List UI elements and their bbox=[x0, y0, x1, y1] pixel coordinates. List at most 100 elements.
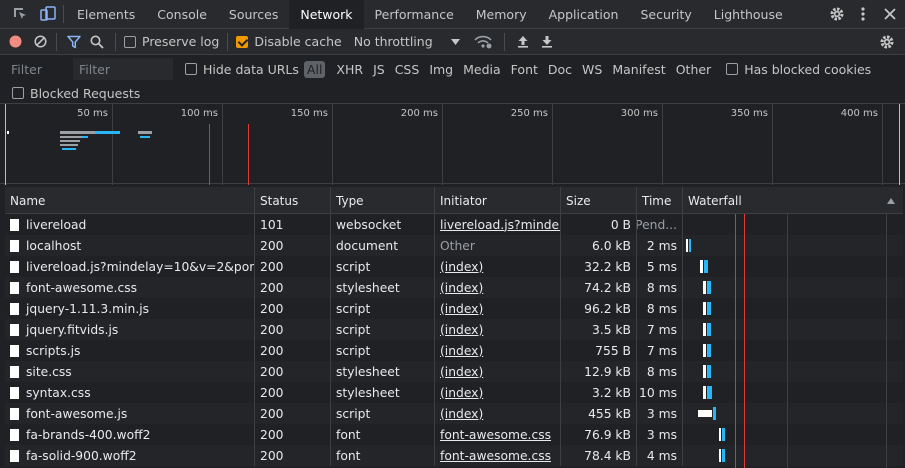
filter-icon[interactable] bbox=[63, 29, 85, 55]
cell-name[interactable]: jquery.fitvids.js bbox=[5, 319, 255, 340]
cell-name[interactable]: livereload.js?mindelay=10&v=2&port=1... bbox=[5, 256, 255, 277]
initiator-link[interactable]: font-awesome.css bbox=[440, 449, 551, 463]
cell-name[interactable]: jquery-1.11.3.min.js bbox=[5, 298, 255, 319]
cell-initiator[interactable]: (index) bbox=[435, 361, 561, 382]
column-header-initiator[interactable]: Initiator bbox=[435, 187, 561, 214]
column-header-size[interactable]: Size bbox=[561, 187, 637, 214]
cell-waterfall[interactable] bbox=[683, 277, 903, 298]
disable-cache-box[interactable] bbox=[236, 35, 249, 48]
initiator-link[interactable]: (index) bbox=[440, 323, 483, 337]
cell-initiator[interactable]: (index) bbox=[435, 298, 561, 319]
table-row[interactable]: syntax.css 200 stylesheet (index) 3.2 kB 10 m… bbox=[5, 382, 903, 403]
blocked-requests-checkbox[interactable]: Blocked Requests bbox=[12, 86, 140, 101]
type-filter-media[interactable]: Media bbox=[458, 62, 506, 77]
table-row[interactable]: font-awesome.css 200 stylesheet (index) 74.2… bbox=[5, 277, 903, 298]
cell-name[interactable]: site.css bbox=[5, 361, 255, 382]
cell-waterfall[interactable] bbox=[683, 340, 903, 361]
initiator-link[interactable]: (index) bbox=[440, 365, 483, 379]
initiator-link[interactable]: livereload.js?mindel... bbox=[440, 218, 560, 232]
settings-gear-icon[interactable] bbox=[823, 0, 851, 29]
type-filter-font[interactable]: Font bbox=[506, 62, 543, 77]
network-conditions-icon[interactable] bbox=[468, 29, 498, 55]
cell-name[interactable]: scripts.js bbox=[5, 340, 255, 361]
network-settings-gear-icon[interactable] bbox=[869, 29, 905, 55]
tab-lighthouse[interactable]: Lighthouse bbox=[703, 0, 794, 29]
cell-initiator[interactable]: font-awesome.css bbox=[435, 424, 561, 445]
cell-initiator[interactable]: (index) bbox=[435, 277, 561, 298]
cell-waterfall[interactable] bbox=[683, 214, 903, 235]
clear-icon[interactable] bbox=[30, 29, 50, 55]
cell-initiator[interactable]: (index) bbox=[435, 340, 561, 361]
filter-input-secondary[interactable]: Filter bbox=[73, 58, 173, 80]
table-row[interactable]: fa-solid-900.woff2 200 font font-awesome.cs… bbox=[5, 445, 903, 466]
type-filter-all[interactable]: All bbox=[303, 60, 326, 78]
blocked-requests-box[interactable] bbox=[12, 87, 24, 99]
type-filter-ws[interactable]: WS bbox=[577, 62, 607, 77]
cell-waterfall[interactable] bbox=[683, 361, 903, 382]
initiator-link[interactable]: (index) bbox=[440, 386, 483, 400]
initiator-link[interactable]: font-awesome.css bbox=[440, 428, 551, 442]
inspect-element-icon[interactable] bbox=[5, 0, 35, 29]
cell-waterfall[interactable] bbox=[683, 298, 903, 319]
initiator-link[interactable]: (index) bbox=[440, 344, 483, 358]
tab-performance[interactable]: Performance bbox=[364, 0, 465, 29]
cell-waterfall[interactable] bbox=[683, 235, 903, 256]
table-row[interactable]: jquery.fitvids.js 200 script (index) 3.5 kB 7… bbox=[5, 319, 903, 340]
cell-initiator[interactable]: livereload.js?mindel... bbox=[435, 214, 561, 235]
cell-waterfall[interactable] bbox=[683, 403, 903, 424]
overview-left-handle[interactable] bbox=[5, 104, 6, 185]
initiator-link[interactable]: (index) bbox=[440, 281, 483, 295]
initiator-link[interactable]: (index) bbox=[440, 407, 483, 421]
tab-elements[interactable]: Elements bbox=[66, 0, 146, 29]
cell-initiator[interactable]: (index) bbox=[435, 319, 561, 340]
cell-waterfall[interactable] bbox=[683, 256, 903, 277]
filter-input[interactable]: Filter bbox=[5, 58, 71, 80]
tab-memory[interactable]: Memory bbox=[465, 0, 538, 29]
type-filter-js[interactable]: JS bbox=[368, 62, 390, 77]
initiator-link[interactable]: (index) bbox=[440, 260, 483, 274]
table-row[interactable]: font-awesome.js 200 script (index) 455 kB 3 m… bbox=[5, 403, 903, 424]
cell-name[interactable]: fa-solid-900.woff2 bbox=[5, 445, 255, 466]
tab-sources[interactable]: Sources bbox=[218, 0, 289, 29]
tab-security[interactable]: Security bbox=[629, 0, 702, 29]
cell-initiator[interactable]: (index) bbox=[435, 403, 561, 424]
cell-name[interactable]: font-awesome.css bbox=[5, 277, 255, 298]
type-filter-doc[interactable]: Doc bbox=[543, 62, 577, 77]
preserve-log-checkbox[interactable]: Preserve log bbox=[124, 34, 219, 49]
cell-initiator[interactable]: (index) bbox=[435, 256, 561, 277]
has-blocked-cookies-checkbox[interactable]: Has blocked cookies bbox=[726, 62, 871, 77]
cell-name[interactable]: localhost bbox=[5, 235, 255, 256]
import-har-icon[interactable] bbox=[511, 29, 535, 55]
cell-waterfall[interactable] bbox=[683, 424, 903, 445]
column-header-time[interactable]: Time bbox=[637, 187, 683, 214]
cell-waterfall[interactable] bbox=[683, 382, 903, 403]
table-row[interactable]: livereload.js?mindelay=10&v=2&port=1... 2… bbox=[5, 256, 903, 277]
table-row[interactable]: scripts.js 200 script (index) 755 B 7 ms bbox=[5, 340, 903, 361]
has-blocked-cookies-box[interactable] bbox=[726, 63, 739, 75]
table-row[interactable]: site.css 200 stylesheet (index) 12.9 kB 8 ms bbox=[5, 361, 903, 382]
cell-name[interactable]: fa-brands-400.woff2 bbox=[5, 424, 255, 445]
table-row[interactable]: livereload 101 websocket livereload.js?mind… bbox=[5, 214, 903, 235]
device-toolbar-icon[interactable] bbox=[35, 0, 61, 29]
column-header-type[interactable]: Type bbox=[331, 187, 435, 214]
type-filter-css[interactable]: CSS bbox=[390, 62, 425, 77]
initiator-link[interactable]: (index) bbox=[440, 302, 483, 316]
preserve-log-box[interactable] bbox=[124, 35, 136, 48]
disable-cache-checkbox[interactable]: Disable cache bbox=[236, 34, 342, 49]
type-filter-other[interactable]: Other bbox=[671, 62, 717, 77]
cell-initiator[interactable]: (index) bbox=[435, 382, 561, 403]
cell-waterfall[interactable] bbox=[683, 319, 903, 340]
type-filter-xhr[interactable]: XHR bbox=[331, 62, 368, 77]
overview-right-handle[interactable] bbox=[899, 104, 900, 185]
tab-application[interactable]: Application bbox=[538, 0, 630, 29]
export-har-icon[interactable] bbox=[535, 29, 559, 55]
overview-timeline[interactable]: 50 ms 100 ms 150 ms 200 ms 250 ms 300 ms 350 m… bbox=[0, 103, 905, 185]
throttling-select[interactable]: No throttling bbox=[354, 34, 460, 49]
column-header-name[interactable]: Name bbox=[5, 187, 255, 214]
cell-name[interactable]: livereload bbox=[5, 214, 255, 235]
column-header-status[interactable]: Status bbox=[255, 187, 331, 214]
table-row[interactable]: jquery-1.11.3.min.js 200 script (index) 96.2… bbox=[5, 298, 903, 319]
cell-name[interactable]: font-awesome.js bbox=[5, 403, 255, 424]
table-row[interactable]: localhost 200 document Other 6.0 kB 2 ms bbox=[5, 235, 903, 256]
cell-initiator[interactable]: font-awesome.css bbox=[435, 445, 561, 466]
